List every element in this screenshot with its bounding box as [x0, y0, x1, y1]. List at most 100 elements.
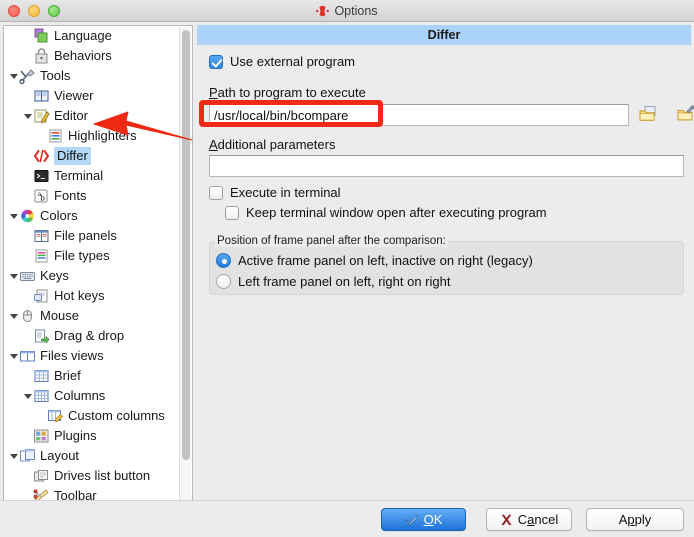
- tree-item-icon-wrap: [33, 28, 54, 44]
- sidebar-item-drag-drop[interactable]: Drag & drop: [4, 326, 180, 346]
- sidebar-item-custom-columns[interactable]: Custom columns: [4, 406, 180, 426]
- frame-position-radio-legacy[interactable]: [216, 253, 231, 268]
- sidebar-item-keys[interactable]: Keys: [4, 266, 180, 286]
- tree-item-icon-wrap: [19, 308, 40, 324]
- ok-button[interactable]: OK: [381, 508, 466, 531]
- sidebar-item-label: Language: [54, 28, 112, 43]
- browse-folder-button[interactable]: [638, 105, 658, 123]
- sidebar-item-behaviors[interactable]: Behaviors: [4, 46, 180, 66]
- additional-parameters-label: Additional parameters: [209, 137, 335, 152]
- tree-item-icon-wrap: [47, 128, 68, 144]
- differ-icon: [34, 149, 49, 163]
- expand-collapse-triangle-icon[interactable]: [8, 346, 19, 366]
- dialog-button-bar: OK Cancel Apply: [0, 500, 694, 537]
- keyboard-icon: [20, 272, 35, 281]
- tree-connector: [36, 126, 47, 146]
- use-external-program-row[interactable]: Use external program: [209, 54, 355, 69]
- hot-keys-icon: [34, 289, 48, 303]
- sidebar-item-layout[interactable]: Layout: [4, 446, 180, 466]
- settings-tree[interactable]: Language Behaviors Tools Viewer Editor Highli…: [4, 26, 180, 502]
- sidebar-item-label: Mouse: [40, 308, 80, 323]
- keep-terminal-open-row[interactable]: Keep terminal window open after executin…: [225, 205, 547, 220]
- sidebar-item-hot-keys[interactable]: Hot keys: [4, 286, 180, 306]
- expand-collapse-triangle-icon[interactable]: [8, 306, 19, 326]
- sidebar-item-label: Drives list button: [54, 468, 151, 483]
- execute-in-terminal-row[interactable]: Execute in terminal: [209, 185, 341, 200]
- sidebar-item-file-panels[interactable]: File panels: [4, 226, 180, 246]
- frame-position-radio-left-right[interactable]: [216, 274, 231, 289]
- sidebar-item-label: Colors: [40, 208, 78, 223]
- panel-header-title: Differ: [197, 25, 691, 45]
- cancel-button[interactable]: Cancel: [486, 508, 572, 531]
- sidebar-item-brief[interactable]: Brief: [4, 366, 180, 386]
- layout-icon: [20, 449, 35, 462]
- sidebar-item-viewer[interactable]: Viewer: [4, 86, 180, 106]
- path-to-program-value: /usr/local/bin/bcompare: [214, 107, 349, 123]
- execute-in-terminal-checkbox[interactable]: [209, 185, 223, 200]
- expand-collapse-triangle-icon[interactable]: [8, 446, 19, 466]
- sidebar-item-highlighters[interactable]: Highlighters: [4, 126, 180, 146]
- expand-collapse-triangle-icon[interactable]: [22, 386, 33, 406]
- use-external-program-checkbox[interactable]: [209, 54, 223, 69]
- tree-item-icon-wrap: [33, 368, 54, 384]
- sidebar-item-fonts[interactable]: a b Fonts: [4, 186, 180, 206]
- sidebar-item-mouse[interactable]: Mouse: [4, 306, 180, 326]
- frame-position-option-0[interactable]: Active frame panel on left, inactive on …: [216, 253, 533, 268]
- sidebar-item-editor[interactable]: Editor: [4, 106, 180, 126]
- sidebar-item-tools[interactable]: Tools: [4, 66, 180, 86]
- tree-item-icon-wrap: [33, 108, 54, 124]
- tree-connector: [22, 146, 33, 166]
- sidebar-item-files-views[interactable]: Files views: [4, 346, 180, 366]
- sidebar-item-label: File types: [54, 248, 110, 263]
- sidebar-item-drives-list-button[interactable]: Drives list button: [4, 466, 180, 486]
- sidebar-item-differ[interactable]: Differ: [4, 146, 180, 166]
- sidebar-item-terminal[interactable]: Terminal: [4, 166, 180, 186]
- language-icon: [34, 28, 48, 43]
- sidebar-item-label: Viewer: [54, 88, 94, 103]
- expand-collapse-triangle-icon[interactable]: [8, 206, 19, 226]
- tree-connector: [22, 46, 33, 66]
- sidebar-item-label: Editor: [54, 108, 88, 123]
- folder-settings-icon: [677, 105, 694, 121]
- tree-scrollbar[interactable]: [179, 27, 191, 502]
- frame-position-group-title: Position of frame panel after the compar…: [215, 235, 448, 247]
- file-panels-icon: [34, 230, 49, 242]
- apply-button[interactable]: Apply: [586, 508, 684, 531]
- tree-connector: [22, 366, 33, 386]
- frame-position-option-1[interactable]: Left frame panel on left, right on right: [216, 274, 450, 289]
- sidebar-item-columns[interactable]: Columns: [4, 386, 180, 406]
- sidebar-item-label: Differ: [54, 147, 91, 165]
- tree-item-icon-wrap: [33, 168, 54, 184]
- options-dialog-window: Options Language Behaviors Tools Viewer Edit…: [0, 0, 694, 537]
- tree-connector: [22, 286, 33, 306]
- additional-parameters-input[interactable]: [209, 155, 684, 177]
- params-label-rest: dditional parameters: [217, 137, 336, 152]
- expand-collapse-triangle-icon[interactable]: [22, 106, 33, 126]
- tree-connector: [22, 26, 33, 46]
- terminal-icon: [34, 170, 49, 182]
- settings-tree-panel: Language Behaviors Tools Viewer Editor Highli…: [3, 25, 193, 503]
- sidebar-item-colors[interactable]: Colors: [4, 206, 180, 226]
- tree-item-icon-wrap: [33, 248, 54, 264]
- sidebar-item-plugins[interactable]: Plugins: [4, 426, 180, 446]
- sidebar-item-label: Plugins: [54, 428, 97, 443]
- tree-item-icon-wrap: [19, 348, 40, 364]
- fonts-icon: ab: [34, 189, 48, 203]
- pencil-note-icon: [34, 109, 50, 124]
- columns-icon: [34, 390, 49, 402]
- tree-scrollbar-thumb[interactable]: [182, 30, 190, 460]
- apply-button-label: Apply: [618, 512, 652, 527]
- expand-collapse-triangle-icon[interactable]: [8, 266, 19, 286]
- expand-collapse-triangle-icon[interactable]: [8, 66, 19, 86]
- sidebar-item-language[interactable]: Language: [4, 26, 180, 46]
- sidebar-item-file-types[interactable]: File types: [4, 246, 180, 266]
- path-to-program-input[interactable]: /usr/local/bin/bcompare: [209, 104, 629, 126]
- keep-terminal-open-checkbox[interactable]: [225, 205, 239, 220]
- tree-item-icon-wrap: [19, 208, 40, 224]
- frame-position-label-0: Active frame panel on left, inactive on …: [238, 253, 533, 268]
- folder-settings-button[interactable]: [676, 105, 694, 123]
- drag-drop-icon: [35, 329, 50, 344]
